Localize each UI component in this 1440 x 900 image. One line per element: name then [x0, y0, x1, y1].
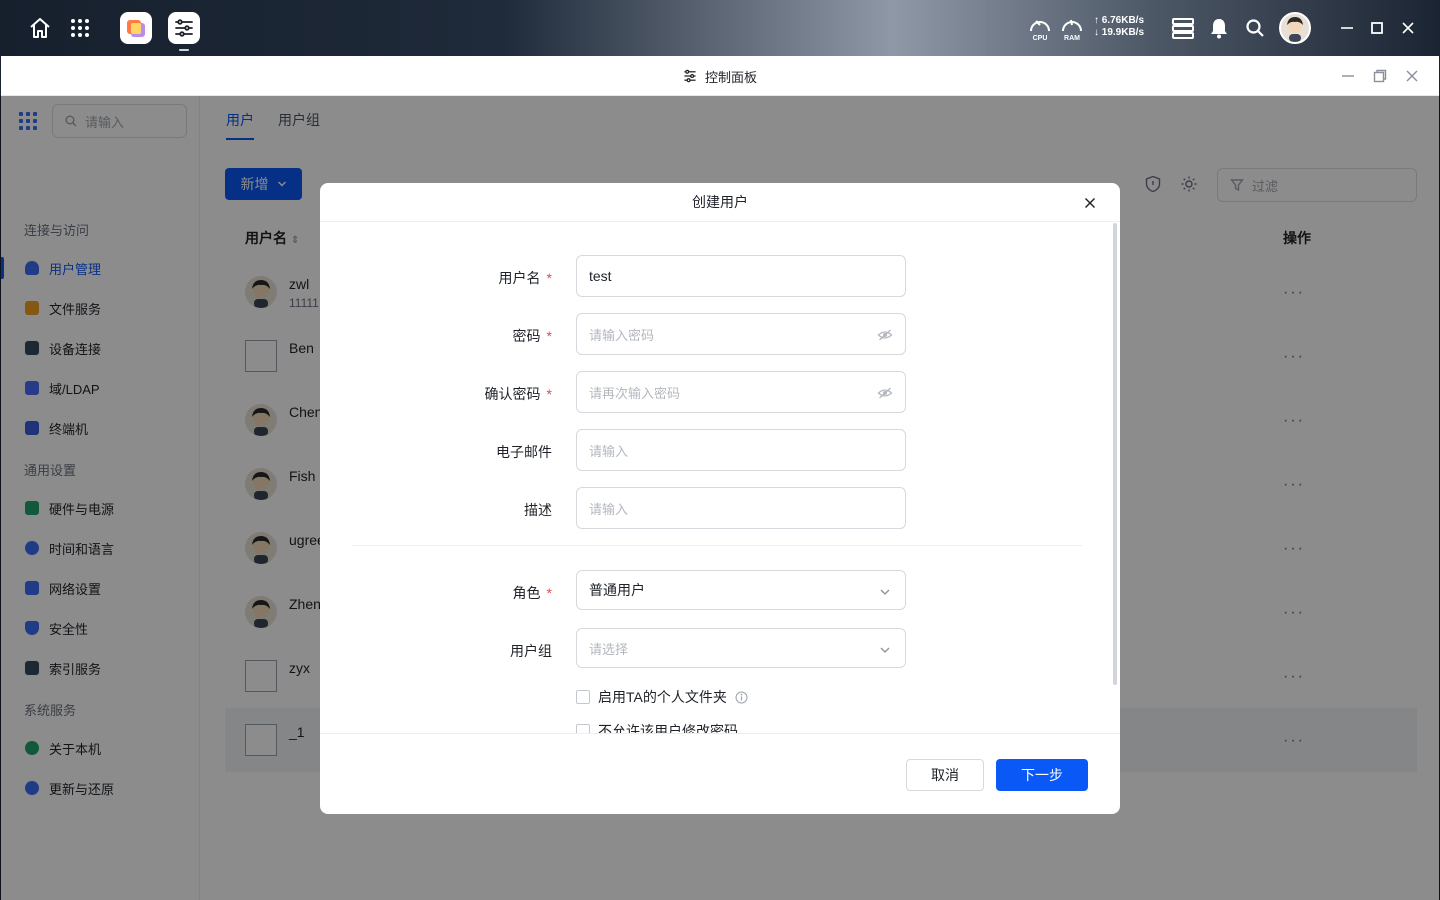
confirm-password-label-text: 确认密码: [484, 386, 541, 402]
username-value: test: [589, 268, 612, 284]
dialog-body: 用户名 * test 密码 * 请输入密码 确认密码 * 请再次输入密码 电子邮件 请…: [320, 223, 1120, 733]
personal-folder-label: 启用TA的个人文件夹: [598, 689, 727, 705]
username-label: 用户名 *: [320, 268, 552, 288]
control-panel-app-icon[interactable]: [168, 12, 200, 51]
window-title-text: 控制面板: [704, 69, 757, 85]
confirm-password-placeholder: 请再次输入密码: [589, 385, 681, 401]
chevron-down-icon: [880, 647, 890, 653]
checkbox-box[interactable]: [576, 724, 590, 733]
dialog-scrollbar[interactable]: [1113, 223, 1117, 685]
dialog-header: 创建用户: [320, 183, 1120, 222]
home-icon[interactable]: [24, 12, 56, 44]
window-close-icon[interactable]: [1402, 66, 1422, 86]
next-step-button[interactable]: 下一步: [996, 759, 1088, 791]
desktop-close-icon[interactable]: [1398, 18, 1418, 38]
personal-folder-checkbox[interactable]: 启用TA的个人文件夹: [576, 687, 748, 707]
apps-grid-icon[interactable]: [64, 12, 96, 44]
window-titlebar: 控制面板: [1, 56, 1439, 96]
description-placeholder: 请输入: [589, 501, 629, 517]
info-icon[interactable]: [735, 691, 748, 704]
password-input[interactable]: 请输入密码: [576, 313, 906, 355]
close-icon[interactable]: [1080, 193, 1100, 213]
create-user-dialog: 创建用户 用户名 * test 密码 * 请输入密码 确认密码 * 请再次输入密码 电…: [320, 183, 1120, 814]
role-select[interactable]: 普通用户: [576, 570, 906, 610]
desktop-maximize-icon[interactable]: [1367, 18, 1387, 38]
cpu-meter[interactable]: CPU: [1027, 14, 1053, 42]
description-input[interactable]: 请输入: [576, 487, 906, 529]
network-speed: ↑ 6.76KB/s ↓ 19.9KB/s: [1094, 15, 1144, 39]
required-mark: *: [546, 386, 552, 402]
desktop-taskbar: CPU RAM ↑ 6.76KB/s ↓ 19.9KB/s: [0, 0, 1440, 56]
window-minimize-icon[interactable]: [1338, 66, 1358, 86]
confirm-password-label: 确认密码 *: [320, 384, 552, 404]
description-label: 描述: [524, 502, 552, 518]
bell-icon[interactable]: [1203, 12, 1235, 44]
desktop-minimize-icon[interactable]: [1337, 18, 1357, 38]
window-restore-icon[interactable]: [1370, 66, 1390, 86]
role-label: 角色 *: [320, 583, 552, 603]
confirm-password-input[interactable]: 请再次输入密码: [576, 371, 906, 413]
username-input[interactable]: test: [576, 255, 906, 297]
ram-gauge-icon: [1062, 19, 1082, 32]
window-title: 控制面板: [1, 56, 1439, 96]
dialog-footer: 取消 下一步: [320, 733, 1120, 814]
password-placeholder: 请输入密码: [589, 327, 655, 343]
ram-label: RAM: [1064, 35, 1080, 42]
upload-speed: ↑ 6.76KB/s: [1094, 15, 1145, 26]
user-group-placeholder: 请选择: [589, 641, 629, 657]
eye-off-icon[interactable]: [877, 385, 893, 401]
disallow-password-change-label: 不允许该用户修改密码: [598, 723, 738, 733]
email-label: 电子邮件: [496, 444, 552, 460]
search-icon[interactable]: [1239, 12, 1271, 44]
storage-icon[interactable]: [1167, 12, 1199, 44]
email-field[interactable]: 请输入: [576, 429, 906, 471]
section-divider: [352, 545, 1082, 546]
eye-off-icon[interactable]: [877, 327, 893, 343]
required-mark: *: [546, 328, 552, 344]
user-group-select[interactable]: 请选择: [576, 628, 906, 668]
username-label-text: 用户名: [498, 270, 541, 286]
password-label: 密码 *: [320, 326, 552, 346]
ram-meter[interactable]: RAM: [1059, 14, 1085, 42]
user-group-label: 用户组: [510, 643, 552, 659]
disallow-password-change-checkbox[interactable]: 不允许该用户修改密码: [576, 721, 738, 733]
control-panel-icon: [684, 69, 696, 83]
cpu-label: CPU: [1032, 35, 1048, 42]
dialog-title: 创建用户: [692, 194, 748, 210]
required-mark: *: [546, 270, 552, 286]
download-speed: ↓ 19.9KB/s: [1094, 27, 1145, 38]
checkbox-box[interactable]: [576, 690, 590, 704]
required-mark: *: [546, 585, 552, 601]
role-value: 普通用户: [589, 582, 645, 598]
password-label-text: 密码: [512, 328, 541, 344]
email-placeholder: 请输入: [589, 443, 629, 459]
cancel-button[interactable]: 取消: [906, 759, 984, 791]
chevron-down-icon: [880, 589, 890, 595]
photos-app-icon[interactable]: [120, 12, 152, 44]
cpu-gauge-icon: [1030, 20, 1050, 32]
user-avatar[interactable]: [1279, 12, 1311, 44]
role-label-text: 角色: [512, 585, 541, 601]
